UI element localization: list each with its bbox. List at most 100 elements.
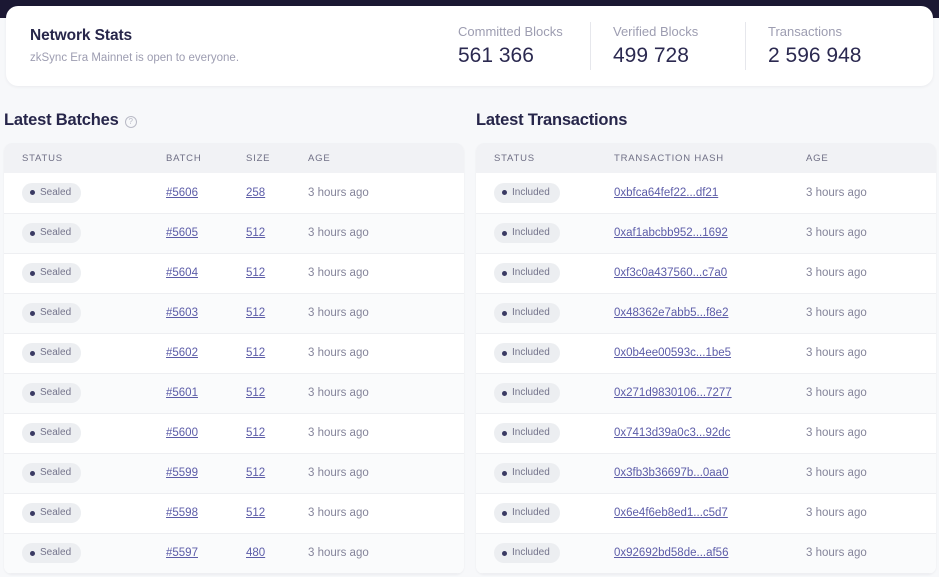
cell-status: Included (476, 173, 614, 213)
cell-size: 512 (246, 213, 308, 253)
transaction-hash-link[interactable]: 0x92692bd58de...af56 (614, 547, 728, 559)
network-stats-title: Network Stats (30, 26, 458, 46)
table-row[interactable]: Sealed#55995123 hours ago (4, 453, 464, 493)
batch-link[interactable]: #5602 (166, 347, 198, 359)
transaction-hash-link[interactable]: 0x271d9830106...7277 (614, 387, 732, 399)
cell-batch: #5605 (166, 213, 246, 253)
batch-link[interactable]: #5603 (166, 307, 198, 319)
size-link[interactable]: 512 (246, 387, 265, 399)
batch-link[interactable]: #5598 (166, 507, 198, 519)
status-dot-icon (502, 271, 507, 276)
table-row[interactable]: Sealed #5605 512 3 hours ago (4, 213, 464, 253)
cell-size: 512 (246, 453, 308, 493)
status-badge: Included (494, 263, 560, 283)
status-badge-label: Sealed (40, 307, 71, 319)
size-link[interactable]: 512 (246, 307, 265, 319)
size-link[interactable]: 258 (246, 187, 265, 199)
cell-status: Sealed (4, 253, 166, 293)
status-badge-label: Sealed (40, 547, 71, 559)
status-badge-label: Included (512, 507, 550, 519)
table-row[interactable]: Included0x92692bd58de...af563 hours ago (476, 533, 936, 573)
size-link[interactable]: 512 (246, 227, 265, 239)
transaction-hash-link[interactable]: 0x0b4ee00593c...1be5 (614, 347, 731, 359)
cell-age: 3 hours ago (806, 453, 936, 493)
table-row[interactable]: Sealed#56062583 hours ago (4, 173, 464, 213)
batch-link[interactable]: #5600 (166, 427, 198, 439)
cell-transaction-hash: 0x0b4ee00593c...1be5 (614, 333, 806, 373)
batch-link[interactable]: #5599 (166, 467, 198, 479)
stat-value-committed-blocks: 561 366 (458, 42, 564, 69)
question-circle-icon[interactable] (125, 116, 137, 128)
status-badge-label: Sealed (40, 387, 71, 399)
cell-age: 3 hours ago (806, 293, 936, 333)
status-badge: Included (494, 543, 560, 563)
cell-status: Included (476, 253, 614, 293)
table-row[interactable]: Sealed#55974803 hours ago (4, 533, 464, 573)
transaction-hash-link[interactable]: 0x7413d39a0c3...92dc (614, 427, 730, 439)
size-link[interactable]: 512 (246, 467, 265, 479)
size-link[interactable]: 512 (246, 427, 265, 439)
table-row[interactable]: Included0xaf1abcbb952...16923 hours ago (476, 213, 936, 253)
status-badge: Sealed (22, 503, 81, 523)
transaction-hash-link[interactable]: 0x48362e7abb5...f8e2 (614, 307, 728, 319)
latest-batches-table-body: Sealed #5606 258 3 hours agoSealed #5605 512 3… (4, 173, 464, 573)
network-stats-subtitle: zkSync Era Mainnet is open to everyone. (30, 51, 458, 66)
table-row[interactable]: Sealed#56035123 hours ago (4, 293, 464, 333)
cell-batch: #5603 (166, 293, 246, 333)
transaction-hash-link[interactable]: 0x3fb3b36697b...0aa0 (614, 467, 728, 479)
cell-size: 258 (246, 173, 308, 213)
status-dot-icon (30, 391, 35, 396)
transaction-hash-link[interactable]: 0x6e4f6eb8ed1...c5d7 (614, 507, 728, 519)
cell-transaction-hash: 0xaf1abcbb952...1692 (614, 213, 806, 253)
table-row[interactable]: Included0x3fb3b36697b...0aa03 hours ago (476, 453, 936, 493)
cell-age: 3 hours ago (308, 213, 464, 253)
size-link[interactable]: 512 (246, 267, 265, 279)
table-row[interactable]: Included0x0b4ee00593c...1be53 hours ago (476, 333, 936, 373)
status-badge: Sealed (22, 263, 81, 283)
status-badge-label: Included (512, 267, 550, 279)
cell-batch: #5602 (166, 333, 246, 373)
status-badge: Included (494, 383, 560, 403)
table-row[interactable]: Sealed#56005123 hours ago (4, 413, 464, 453)
batch-link[interactable]: #5601 (166, 387, 198, 399)
status-badge: Included (494, 343, 560, 363)
status-badge-label: Included (512, 387, 550, 399)
table-row[interactable]: Sealed#56045123 hours ago (4, 253, 464, 293)
status-badge: Sealed (22, 183, 81, 203)
cell-size: 512 (246, 413, 308, 453)
batch-link[interactable]: #5605 (166, 227, 198, 239)
cell-batch: #5604 (166, 253, 246, 293)
table-row[interactable]: Included0x6e4f6eb8ed1...c5d73 hours ago (476, 493, 936, 533)
batch-link[interactable]: #5606 (166, 187, 198, 199)
table-row[interactable]: Sealed#56025123 hours ago (4, 333, 464, 373)
stat-divider-2 (745, 22, 746, 70)
size-link[interactable]: 512 (246, 347, 265, 359)
status-badge: Sealed (22, 423, 81, 443)
cell-status: Sealed (4, 213, 166, 253)
table-row[interactable]: Sealed#56015123 hours ago (4, 373, 464, 413)
table-row[interactable]: Included0x48362e7abb5...f8e23 hours ago (476, 293, 936, 333)
status-badge-label: Sealed (40, 227, 71, 239)
transaction-hash-link[interactable]: 0xf3c0a437560...c7a0 (614, 267, 727, 279)
column-header-size: SIZE (246, 143, 308, 173)
table-row[interactable]: Sealed#55985123 hours ago (4, 493, 464, 533)
size-link[interactable]: 480 (246, 547, 265, 559)
cell-age: 3 hours ago (806, 373, 936, 413)
stat-label-committed-blocks: Committed Blocks (458, 23, 564, 40)
batch-link[interactable]: #5604 (166, 267, 198, 279)
cell-status: Included (476, 373, 614, 413)
status-dot-icon (30, 551, 35, 556)
size-link[interactable]: 512 (246, 507, 265, 519)
status-badge: Included (494, 503, 560, 523)
cell-size: 512 (246, 333, 308, 373)
cell-size: 480 (246, 533, 308, 573)
table-row[interactable]: Included 0x271d9830106...7277 3 hours ago (476, 373, 936, 413)
cell-batch: #5597 (166, 533, 246, 573)
batch-link[interactable]: #5597 (166, 547, 198, 559)
table-row[interactable]: Included0x7413d39a0c3...92dc3 hours ago (476, 413, 936, 453)
transaction-hash-link[interactable]: 0xaf1abcbb952...1692 (614, 227, 728, 239)
table-row[interactable]: Included0xbfca64fef22...df213 hours ago (476, 173, 936, 213)
transaction-hash-link[interactable]: 0xbfca64fef22...df21 (614, 187, 718, 199)
table-row[interactable]: Included0xf3c0a437560...c7a03 hours ago (476, 253, 936, 293)
status-badge: Included (494, 183, 560, 203)
